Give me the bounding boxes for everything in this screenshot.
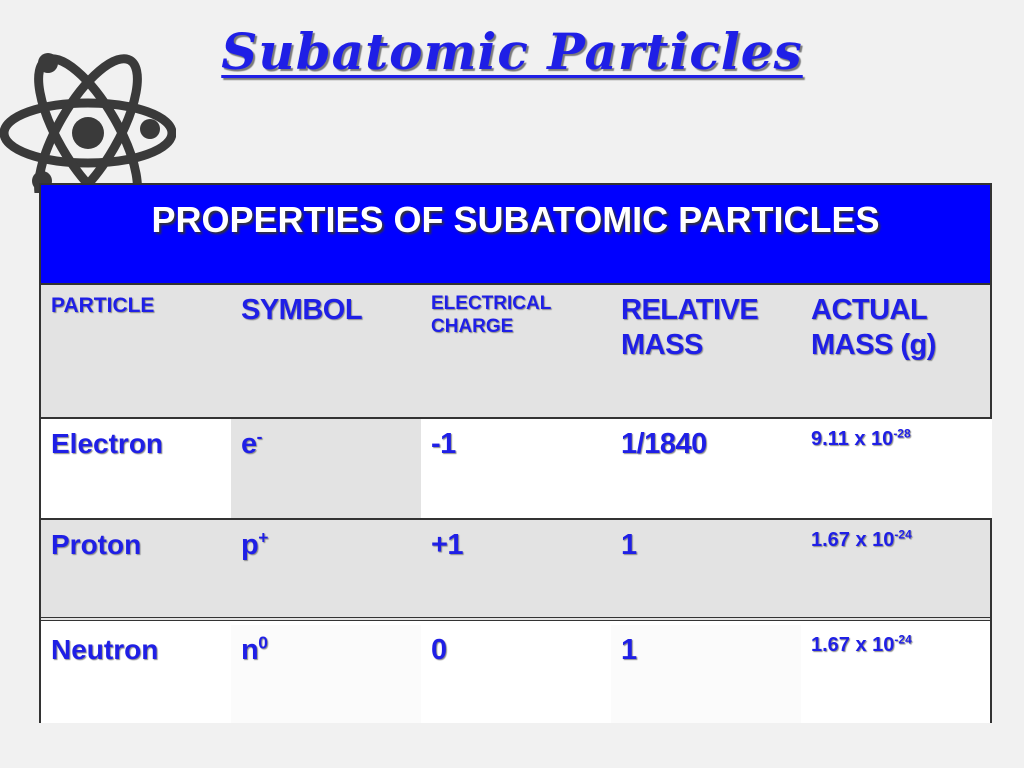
cell-particle: Proton bbox=[51, 529, 142, 560]
table-row: Neutron n0 0 1 1.67 x 10-24 bbox=[41, 625, 990, 723]
cell-particle: Electron bbox=[41, 419, 231, 518]
cell-charge: +1 bbox=[431, 529, 464, 561]
cell-relative-mass: 1/1840 bbox=[611, 419, 801, 518]
cell-symbol: e- bbox=[231, 419, 421, 518]
header-actual-mass: ACTUAL MASS (g) bbox=[811, 294, 936, 361]
cell-actual-mass: 9.11 x 10-28 bbox=[801, 419, 992, 518]
table-banner: PROPERTIES OF SUBATOMIC PARTICLES bbox=[41, 185, 990, 285]
header-relative-mass: RELATIVE MASS bbox=[621, 294, 759, 361]
cell-symbol: p+ bbox=[241, 527, 268, 561]
cell-actual-mass: 1.67 x 10-24 bbox=[811, 527, 912, 551]
table-row: Electron e- -1 1/1840 9.11 x 10-28 bbox=[41, 419, 992, 520]
cell-particle: Neutron bbox=[51, 634, 159, 665]
table-banner-text: PROPERTIES OF SUBATOMIC PARTICLES bbox=[151, 199, 880, 240]
cell-relative-mass: 1 bbox=[611, 625, 801, 723]
header-particle: PARTICLE bbox=[51, 294, 155, 317]
header-charge: ELECTRICAL CHARGE bbox=[431, 293, 551, 337]
properties-table: PROPERTIES OF SUBATOMIC PARTICLES PARTIC… bbox=[39, 183, 992, 723]
cell-charge: 0 bbox=[431, 634, 447, 666]
cell-relative-mass: 1 bbox=[621, 529, 637, 561]
table-header-row: PARTICLE SYMBOL ELECTRICAL CHARGE RELATI… bbox=[41, 285, 990, 419]
header-symbol: SYMBOL bbox=[241, 294, 363, 326]
table-row: Proton p+ +1 1 1.67 x 10-24 bbox=[41, 520, 990, 621]
page-title: Subatomic Particles bbox=[221, 22, 803, 81]
cell-charge: -1 bbox=[421, 419, 611, 518]
cell-actual-mass: 1.67 x 10-24 bbox=[811, 632, 912, 656]
cell-symbol: n0 bbox=[231, 625, 421, 723]
